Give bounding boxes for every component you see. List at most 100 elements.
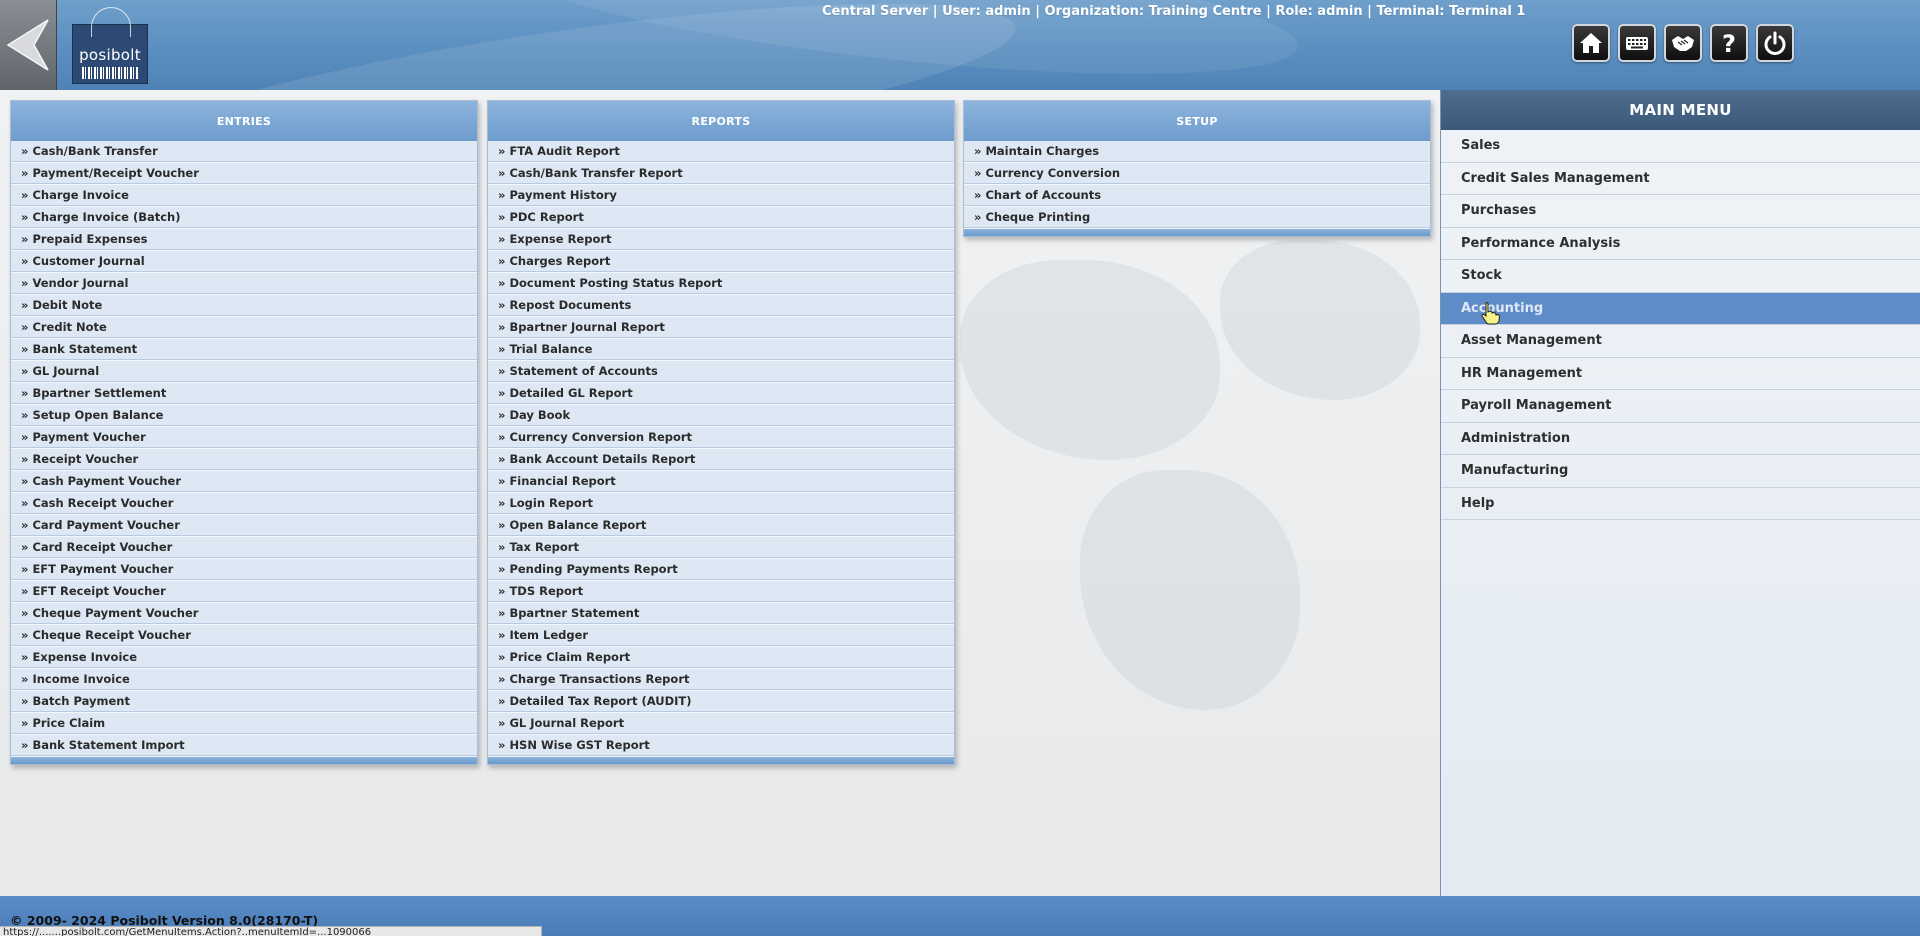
entries-item[interactable]: » Bank Statement <box>11 339 477 361</box>
entries-item[interactable]: » Payment/Receipt Voucher <box>11 163 477 185</box>
entries-item-label: Debit Note <box>32 298 103 312</box>
entries-item[interactable]: » Debit Note <box>11 295 477 317</box>
panel-footer <box>488 757 954 764</box>
entries-item-label: Setup Open Balance <box>32 408 164 422</box>
entries-item[interactable]: » Cash/Bank Transfer <box>11 141 477 163</box>
home-button[interactable] <box>1572 24 1610 62</box>
entries-item[interactable]: » Receipt Voucher <box>11 449 477 471</box>
reports-item[interactable]: » Item Ledger <box>488 625 954 647</box>
entries-item[interactable]: » Cash Receipt Voucher <box>11 493 477 515</box>
entries-item[interactable]: » Price Claim <box>11 713 477 735</box>
setup-item-label: Chart of Accounts <box>985 188 1102 202</box>
reports-item[interactable]: » Pending Payments Report <box>488 559 954 581</box>
entries-item[interactable]: » EFT Payment Voucher <box>11 559 477 581</box>
main-menu-item[interactable]: Sales <box>1441 130 1920 163</box>
reports-item-label: Financial Report <box>509 474 616 488</box>
main-menu-item[interactable]: Accounting <box>1441 292 1920 325</box>
setup-item[interactable]: » Currency Conversion <box>964 163 1430 185</box>
reports-item[interactable]: » Bank Account Details Report <box>488 449 954 471</box>
reports-item[interactable]: » Currency Conversion Report <box>488 427 954 449</box>
main-menu-item[interactable]: Payroll Management <box>1441 390 1920 423</box>
setup-item[interactable]: » Chart of Accounts <box>964 185 1430 207</box>
panel-footer <box>11 757 477 764</box>
main-menu-item[interactable]: Help <box>1441 488 1920 520</box>
reports-item[interactable]: » Detailed GL Report <box>488 383 954 405</box>
background-map-decoration <box>1080 470 1300 710</box>
entries-item-label: Payment Voucher <box>32 430 146 444</box>
main-menu-item[interactable]: Purchases <box>1441 195 1920 228</box>
back-button[interactable] <box>0 0 57 90</box>
chevron-right-icon: » <box>21 408 29 422</box>
reports-item[interactable]: » Repost Documents <box>488 295 954 317</box>
entries-item[interactable]: » Batch Payment <box>11 691 477 713</box>
reports-item[interactable]: » Payment History <box>488 185 954 207</box>
reports-item[interactable]: » Expense Report <box>488 229 954 251</box>
reports-item[interactable]: » Open Balance Report <box>488 515 954 537</box>
main-menu-item[interactable]: Manufacturing <box>1441 455 1920 488</box>
chevron-right-icon: » <box>21 430 29 444</box>
main-menu-item-label: Sales <box>1461 138 1501 153</box>
entries-item[interactable]: » Prepaid Expenses <box>11 229 477 251</box>
entries-item[interactable]: » Payment Voucher <box>11 427 477 449</box>
reports-item[interactable]: » Bpartner Journal Report <box>488 317 954 339</box>
main-menu-item[interactable]: Asset Management <box>1441 325 1920 358</box>
reports-item-label: Price Claim Report <box>509 650 631 664</box>
entries-item[interactable]: » Customer Journal <box>11 251 477 273</box>
reports-item[interactable]: » PDC Report <box>488 207 954 229</box>
reports-item[interactable]: » GL Journal Report <box>488 713 954 735</box>
entries-item[interactable]: » Expense Invoice <box>11 647 477 669</box>
entries-item[interactable]: » Setup Open Balance <box>11 405 477 427</box>
help-button[interactable]: ? <box>1710 24 1748 62</box>
main-menu-item[interactable]: Stock <box>1441 260 1920 293</box>
logout-button[interactable] <box>1756 24 1794 62</box>
chevron-right-icon: » <box>21 452 29 466</box>
entries-item[interactable]: » Bpartner Settlement <box>11 383 477 405</box>
entries-item[interactable]: » Cheque Receipt Voucher <box>11 625 477 647</box>
reports-item[interactable]: » Charge Transactions Report <box>488 669 954 691</box>
setup-panel: SETUP » Maintain Charges» Currency Convers… <box>963 100 1431 237</box>
entries-item[interactable]: » Charge Invoice <box>11 185 477 207</box>
reports-item[interactable]: » Financial Report <box>488 471 954 493</box>
chevron-right-icon: » <box>498 254 506 268</box>
main-menu-item[interactable]: Credit Sales Management <box>1441 163 1920 195</box>
chevron-right-icon: » <box>498 342 506 356</box>
setup-item[interactable]: » Cheque Printing <box>964 207 1430 229</box>
entries-item-label: Receipt Voucher <box>32 452 139 466</box>
reports-item[interactable]: » Charges Report <box>488 251 954 273</box>
reports-item[interactable]: » HSN Wise GST Report <box>488 735 954 757</box>
keyboard-button[interactable] <box>1618 24 1656 62</box>
partner-button[interactable] <box>1664 24 1702 62</box>
reports-item[interactable]: » Statement of Accounts <box>488 361 954 383</box>
reports-item-label: Currency Conversion Report <box>509 430 693 444</box>
main-menu-item[interactable]: HR Management <box>1441 358 1920 390</box>
entries-item[interactable]: » GL Journal <box>11 361 477 383</box>
reports-item[interactable]: » TDS Report <box>488 581 954 603</box>
entries-item[interactable]: » Charge Invoice (Batch) <box>11 207 477 229</box>
reports-item[interactable]: » FTA Audit Report <box>488 141 954 163</box>
main-menu-item[interactable]: Performance Analysis <box>1441 228 1920 260</box>
entries-item[interactable]: » Credit Note <box>11 317 477 339</box>
reports-item[interactable]: » Bpartner Statement <box>488 603 954 625</box>
reports-item[interactable]: » Detailed Tax Report (AUDIT) <box>488 691 954 713</box>
reports-item[interactable]: » Price Claim Report <box>488 647 954 669</box>
reports-item[interactable]: » Cash/Bank Transfer Report <box>488 163 954 185</box>
reports-item[interactable]: » Trial Balance <box>488 339 954 361</box>
entries-item[interactable]: » Vendor Journal <box>11 273 477 295</box>
reports-item[interactable]: » Login Report <box>488 493 954 515</box>
entries-item[interactable]: » Cash Payment Voucher <box>11 471 477 493</box>
entries-item[interactable]: » Card Receipt Voucher <box>11 537 477 559</box>
entries-item[interactable]: » Cheque Payment Voucher <box>11 603 477 625</box>
main-menu-item-label: Administration <box>1461 430 1571 446</box>
entries-item[interactable]: » Card Payment Voucher <box>11 515 477 537</box>
reports-item[interactable]: » Tax Report <box>488 537 954 559</box>
main-menu-item-label: Help <box>1461 495 1495 511</box>
reports-item[interactable]: » Day Book <box>488 405 954 427</box>
entries-item[interactable]: » Bank Statement Import <box>11 735 477 757</box>
reports-item[interactable]: » Document Posting Status Report <box>488 273 954 295</box>
entries-item[interactable]: » Income Invoice <box>11 669 477 691</box>
main-menu-item-label: Asset Management <box>1461 333 1602 348</box>
entries-item[interactable]: » EFT Receipt Voucher <box>11 581 477 603</box>
setup-item[interactable]: » Maintain Charges <box>964 141 1430 163</box>
home-icon <box>1580 33 1602 53</box>
main-menu-item[interactable]: Administration <box>1441 423 1920 455</box>
